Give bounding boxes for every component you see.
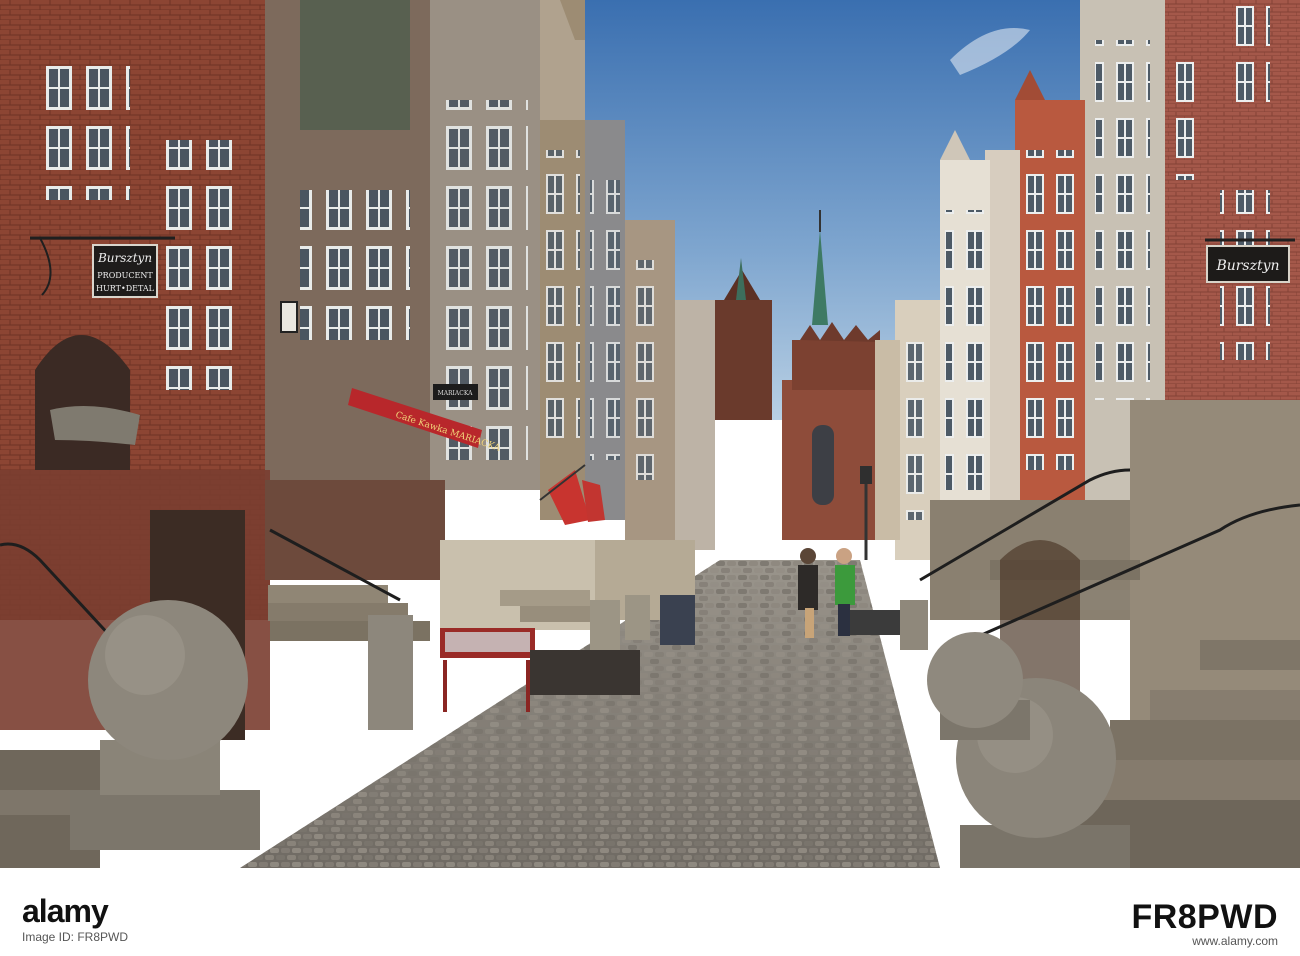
gargoyle bbox=[50, 406, 140, 445]
left-sign-line2: PRODUCENT bbox=[97, 271, 153, 280]
alamy-logo: alamy bbox=[22, 893, 109, 929]
image-code: FR8PWD bbox=[1131, 898, 1278, 936]
image-id-label: Image ID: FR8PWD bbox=[22, 930, 129, 944]
mariacka-sign-text: MARIACKA bbox=[438, 390, 474, 397]
watermark-bar bbox=[0, 868, 1300, 956]
site-url: www.alamy.com bbox=[1192, 934, 1278, 948]
right-hanging-sign: Bursztyn bbox=[1205, 238, 1295, 283]
right-sign-text: Bursztyn bbox=[1215, 258, 1279, 274]
street-scene-illustration: Cafe Kawka MARIACKA Bursztyn PRODUCENT H… bbox=[0, 0, 1300, 868]
street-photo: Cafe Kawka MARIACKA Bursztyn PRODUCENT H… bbox=[0, 0, 1300, 868]
left-sign-line3: HURT•DETAL bbox=[96, 284, 155, 293]
mariacka-sign: MARIACKA bbox=[433, 384, 478, 400]
left-sign-line1: Bursztyn bbox=[97, 251, 152, 265]
